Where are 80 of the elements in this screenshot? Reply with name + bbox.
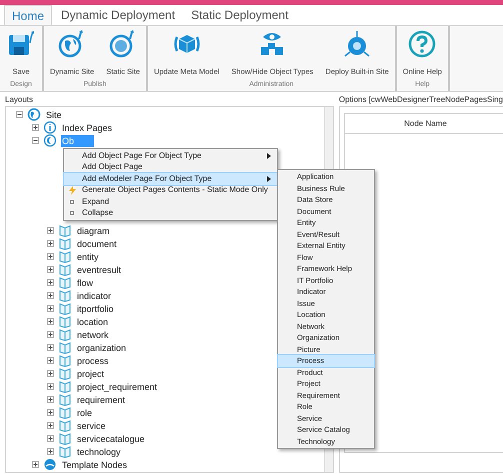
book-icon [58,419,72,432]
collapse-toggle[interactable] [16,111,23,118]
expand-toggle[interactable] [32,124,39,131]
expand-toggle[interactable] [47,409,54,416]
info-icon [43,121,57,134]
expand-toggle[interactable] [47,370,54,377]
book-icon [58,302,72,315]
expand-toggle[interactable] [47,448,54,455]
book-icon [58,250,72,263]
menu-item[interactable]: Expand [64,196,277,208]
expand-toggle[interactable] [47,331,54,338]
tree-node[interactable]: diagram [76,224,111,236]
tree-node[interactable]: itportfolio [76,302,115,314]
book-icon [58,406,72,419]
book-icon [58,367,72,380]
tree-node[interactable]: network [76,328,110,340]
expand-toggle[interactable] [47,344,54,351]
book-icon [58,237,72,250]
tree-node[interactable]: Site [45,108,63,120]
tree-node[interactable]: organization [76,342,128,354]
tree-node[interactable]: eventresult [76,264,122,276]
tree-node[interactable]: indicator [76,290,112,302]
expand-toggle[interactable] [47,279,54,286]
tree-node[interactable]: location [76,316,110,328]
tree-node[interactable]: entity [76,250,100,262]
expand-toggle[interactable] [47,422,54,429]
expand-toggle[interactable] [47,292,54,299]
expand-toggle[interactable] [47,318,54,325]
tree-node[interactable]: flow [76,276,94,288]
menu-item[interactable]: Add eModeler Page For Object Type [64,173,277,184]
book-icon [58,445,72,458]
panel-title: Options [cwWebDesignerTreeNodePagesSing [338,94,503,106]
expand-toggle[interactable] [47,305,54,312]
tree-node[interactable]: process [76,354,110,366]
tree-node[interactable]: role [76,406,94,418]
book-icon [58,341,72,354]
help-icon [407,29,438,59]
tree-node[interactable]: service [76,420,107,432]
ribbon-tab[interactable]: Home [4,5,52,25]
menu-item[interactable]: Add Object Page For Object Type [64,150,277,162]
panel-title: Layouts [5,94,34,106]
tree-node[interactable]: project [76,368,106,380]
expand-toggle[interactable] [47,253,54,260]
expand-toggle[interactable] [47,240,54,247]
tree-node[interactable]: Index Pages [61,122,114,134]
expand-toggle[interactable] [47,396,54,403]
book-icon [58,432,72,445]
tree-node[interactable]: requirement [76,394,126,406]
book-icon [58,276,72,289]
book-icon [58,224,72,237]
tree-node[interactable]: Template Nodes [61,458,128,470]
deploy-wheel-icon [342,29,372,59]
book-icon [58,393,72,406]
expand-toggle[interactable] [47,227,54,234]
tree-node[interactable]: document [76,238,118,250]
menu-item[interactable]: Generate Object Pages Contents - Static Mode Only [64,184,277,196]
book-icon [58,263,72,276]
collapse-toggle[interactable] [32,137,39,144]
menu-item[interactable]: Collapse [64,208,277,219]
tree-node[interactable]: project_requirement [76,380,158,392]
tree-node[interactable]: technology [76,446,122,458]
ribbon-tab[interactable]: Static Deployment [184,5,296,25]
book-icon [58,289,72,302]
expand-toggle[interactable] [47,383,54,390]
tree-node[interactable]: servicecatalogue [76,432,146,444]
expand-toggle[interactable] [47,266,54,273]
ribbon-tab[interactable]: Dynamic Deployment [54,5,182,25]
book-icon [58,354,72,367]
expand-toggle[interactable] [47,357,54,364]
book-icon [58,315,72,328]
book-icon [58,328,72,341]
square-icon [70,200,74,204]
expand-toggle[interactable] [32,461,39,468]
moon-icon [43,134,57,147]
column-header[interactable]: Node Name [344,114,503,134]
expand-toggle[interactable] [47,435,54,442]
lightning-icon [68,186,77,195]
book-icon [58,380,72,393]
square-icon [70,211,74,216]
menu-item[interactable]: Add Object Page [64,162,277,173]
